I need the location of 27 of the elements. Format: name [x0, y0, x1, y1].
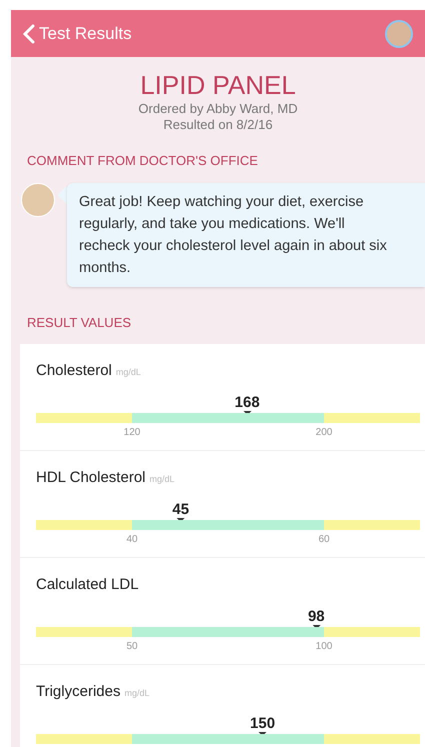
comment-bubble: Great job! Keep watching your diet, exercise regularly, and take you medications. We'll recheck your cholesterol level again in about six months.	[67, 182, 425, 286]
ordered-by: Ordered by Abby Ward, MD	[138, 101, 298, 117]
chevron-left-icon	[23, 24, 35, 44]
range-high: 60	[318, 532, 330, 546]
back-button[interactable]: Test Results	[23, 20, 132, 46]
result-name: Triglycerides	[36, 682, 120, 702]
doctor-avatar	[21, 182, 55, 216]
result-value: 168	[234, 394, 260, 410]
avatar[interactable]	[385, 20, 413, 48]
panel-title: LIPID PANEL	[140, 69, 296, 101]
result-name: Cholesterol	[36, 361, 112, 381]
section-heading: COMMENT FROM DOCTOR'S OFFICE	[27, 152, 259, 170]
section-heading: RESULT VALUES	[27, 314, 132, 332]
range-high: 100	[316, 640, 332, 654]
result-name: HDL Cholesterol	[36, 468, 146, 488]
result-unit: mg/dL	[116, 366, 141, 379]
range-low: 50	[126, 640, 138, 654]
result-unit: mg/dL	[150, 473, 175, 486]
result-name: Calculated LDL	[36, 575, 139, 595]
result-value: 45	[172, 502, 190, 518]
result-value: 150	[250, 716, 276, 732]
result-unit: mg/dL	[124, 687, 150, 700]
range-low: 120	[124, 426, 140, 440]
range-high: 200	[316, 426, 332, 440]
resulted-date: Resulted on 8/2/16	[163, 117, 273, 133]
range-low: 40	[126, 532, 138, 546]
result-value: 98	[308, 608, 325, 624]
